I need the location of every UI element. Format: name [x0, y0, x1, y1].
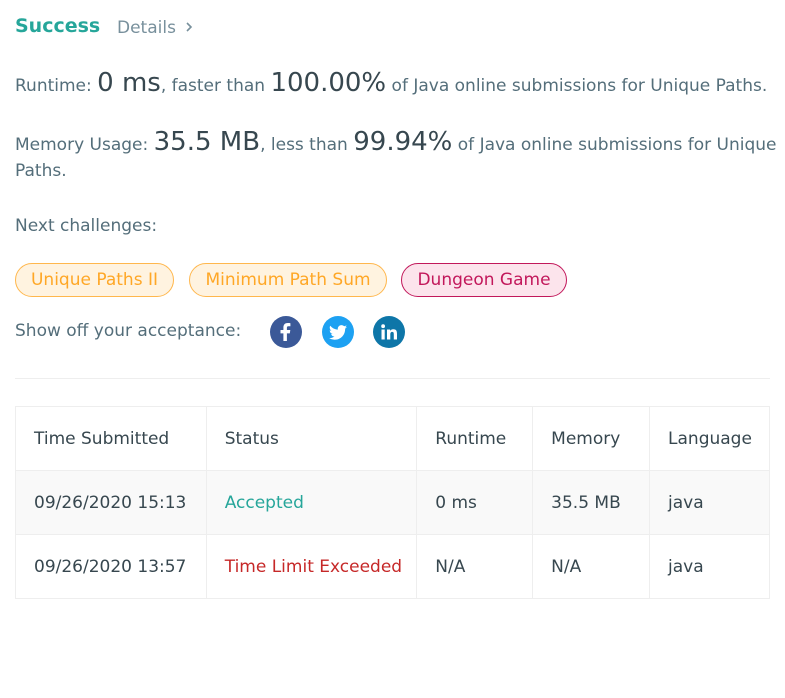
result-status: Success: [15, 15, 101, 37]
cell-status-link[interactable]: Accepted: [205, 470, 418, 535]
runtime-stat: Runtime: 0 ms, faster than 100.00% of Ja…: [15, 68, 767, 98]
cell-language: java: [649, 470, 770, 535]
challenge-tag-dungeon-game[interactable]: Dungeon Game: [401, 263, 567, 297]
section-divider: [15, 378, 770, 379]
cell-runtime: N/A: [416, 534, 534, 599]
cell-time: 09/26/2020 13:57: [15, 534, 207, 599]
cell-language: java: [649, 534, 770, 599]
next-challenges-label: Next challenges:: [15, 216, 158, 236]
challenge-tag-unique-paths-ii[interactable]: Unique Paths II: [15, 263, 174, 297]
runtime-label: Runtime:: [15, 76, 98, 96]
cell-memory: 35.5 MB: [532, 470, 651, 535]
cell-status-link[interactable]: Time Limit Exceeded: [205, 534, 418, 599]
table-header-row: Time Submitted Status Runtime Memory Lan…: [15, 406, 770, 471]
memory-suffix: of Java online submissions for Unique: [452, 135, 777, 155]
memory-suffix-continued: Paths.: [15, 161, 67, 181]
cell-memory: N/A: [532, 534, 651, 599]
table-row: 09/26/2020 15:13 Accepted 0 ms 35.5 MB j…: [15, 470, 770, 535]
runtime-value: 0 ms: [97, 68, 161, 98]
challenge-tag-minimum-path-sum[interactable]: Minimum Path Sum: [189, 263, 387, 297]
memory-mid: , less than: [260, 135, 354, 155]
memory-value: 35.5 MB: [153, 127, 261, 157]
runtime-suffix: of Java online submissions for Unique Pa…: [386, 76, 768, 96]
share-label: Show off your acceptance:: [15, 321, 242, 341]
cell-runtime: 0 ms: [416, 470, 534, 535]
cell-time: 09/26/2020 15:13: [15, 470, 207, 535]
table-row: 09/26/2020 13:57 Time Limit Exceeded N/A…: [15, 534, 770, 599]
submissions-table: Time Submitted Status Runtime Memory Lan…: [15, 406, 770, 599]
details-link[interactable]: Details: [117, 18, 194, 38]
header-language[interactable]: Language: [649, 406, 770, 471]
chevron-right-icon: [184, 18, 194, 38]
memory-percent: 99.94%: [353, 127, 453, 157]
memory-stat: Memory Usage: 35.5 MB, less than 99.94% …: [15, 127, 776, 157]
header-time-submitted[interactable]: Time Submitted: [15, 406, 207, 471]
twitter-icon[interactable]: [322, 316, 354, 348]
header-runtime[interactable]: Runtime: [416, 406, 534, 471]
facebook-icon[interactable]: [270, 316, 302, 348]
linkedin-icon[interactable]: [373, 316, 405, 348]
details-label: Details: [117, 18, 176, 38]
header-status[interactable]: Status: [205, 406, 418, 471]
header-memory[interactable]: Memory: [532, 406, 651, 471]
runtime-percent: 100.00%: [270, 68, 387, 98]
memory-label: Memory Usage:: [15, 135, 154, 155]
runtime-mid: , faster than: [160, 76, 271, 96]
